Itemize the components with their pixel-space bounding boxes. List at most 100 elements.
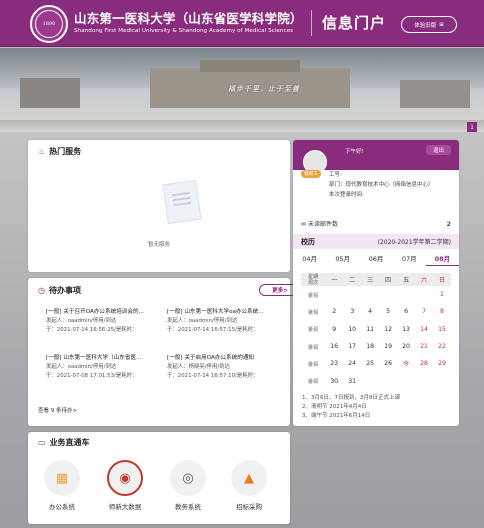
service-label: 招标采购 (236, 503, 262, 511)
todo-header: ◷ 待办事项 (38, 285, 81, 296)
calendar-day[interactable]: 26 (379, 355, 397, 372)
clock-icon: ◷ (38, 286, 45, 295)
calendar-day[interactable]: 24 (343, 355, 361, 372)
service-label: 办公系统 (49, 503, 75, 511)
calendar-day[interactable]: 16 (325, 338, 343, 355)
empty-services-text: 暂无服务 (147, 242, 170, 248)
tab-month-05[interactable]: 05月 (326, 252, 359, 266)
calendar-day[interactable]: 21 (415, 338, 433, 355)
calendar-day (397, 373, 415, 390)
week-label: 暑假 (307, 344, 319, 351)
calendar-week-row: 暑假 30 31 (301, 373, 451, 390)
seal-inner: 1890 (35, 10, 63, 38)
calendar-term: (2020-2021学年第二学期) (377, 239, 451, 246)
calendar-day[interactable]: 17 (343, 338, 361, 355)
todo-item-from: 发起人：oaadmin/停用/到达 (46, 364, 117, 370)
header-divider (311, 10, 312, 36)
todo-summary-link[interactable]: 查看 9 条待办> (38, 406, 77, 414)
calendar-day[interactable]: 20 (397, 338, 415, 355)
calendar-day[interactable]: 22 (433, 338, 451, 355)
todo-item-time: 于：2021-07-08 17:01:53/是耗时： (46, 373, 138, 379)
site-header: 1890 山东第一医科大学（山东省医学科学院） Shandong First M… (0, 0, 484, 47)
todo-item-time: 于：2021-07-14 16:56:25/是耗时： (46, 327, 138, 333)
calendar-day[interactable]: 10 (343, 321, 361, 338)
calendar-day[interactable]: 23 (325, 355, 343, 372)
biz-header: ▭ 业务直通车 (38, 437, 90, 448)
calendar-day[interactable]: 11 (361, 321, 379, 338)
mail-label-group: ✉ 未读邮件数 (301, 219, 338, 228)
university-name-cn: 山东第一医科大学（山东省医学科学院） (74, 11, 303, 26)
calendar-day[interactable]: 25 (361, 355, 379, 372)
calendar-day[interactable]: 13 (397, 321, 415, 338)
todo-item[interactable]: [一般] 关于召开OA办公系统培训会的... 发起人：oaadmin/停用/到达… (46, 308, 162, 335)
calendar-week-row: 暑假 1 (301, 286, 451, 303)
banner-page-indicator[interactable]: 1 (467, 122, 477, 132)
calendar-header: 校历 (2020-2021学年第二学期) (293, 234, 459, 249)
tab-month-06[interactable]: 06月 (359, 252, 392, 266)
calendar-day[interactable]: 19 (379, 338, 397, 355)
biz-services-card: ▭ 业务直通车 ▦ 办公系统 ◉ 师新大数据 ◎ 教务系统 ▲ 招标采购 (28, 432, 290, 524)
calendar-week-row: 暑假 9 10 11 12 13 14 15 (301, 321, 451, 338)
biz-title: 业务直通车 (49, 438, 90, 447)
hot-services-header: ♨ 热门服务 (38, 146, 81, 157)
calendar-day[interactable]: 14 (415, 321, 433, 338)
service-office[interactable]: ▦ 办公系统 (42, 460, 82, 511)
todo-item-title: [一般] 关于启用OA办公系统的通知 (167, 355, 254, 361)
old-version-label: 体验旧版 (414, 22, 437, 29)
tab-month-04[interactable]: 04月 (293, 252, 326, 266)
tab-month-07[interactable]: 07月 (393, 252, 426, 266)
mail-label: 未读邮件数 (307, 221, 338, 228)
logout-button[interactable]: 退出 (426, 145, 451, 155)
calendar-day[interactable]: 2 (325, 303, 343, 320)
weekday-header: 三 (361, 273, 380, 286)
todo-item[interactable]: [一般] 山东第一医科大学oa办公系统... 发起人：oaadmin/停用/到达… (167, 308, 283, 335)
calendar-day[interactable]: 30 (325, 373, 343, 390)
service-academic[interactable]: ◎ 教务系统 (168, 460, 208, 511)
calendar-grid: 星期 周次 一 二 三 四 五 六 日 暑假 1 暑假 2 3 4 5 6 7 8 暑假 9 10 11 1… (301, 273, 451, 390)
todo-item[interactable]: [一般] 山东第一医科大学（山东省医... 发起人：oaadmin/停用/到达 … (46, 354, 162, 381)
calendar-day[interactable]: 31 (343, 373, 361, 390)
old-version-button[interactable]: 体验旧版 ⊞ (401, 16, 457, 33)
service-procurement[interactable]: ▲ 招标采购 (229, 460, 269, 511)
week-label: 暑假 (307, 361, 319, 368)
calendar-day[interactable]: 7 (415, 303, 433, 320)
calendar-week-row: 暑假 2 3 4 5 6 7 8 (301, 303, 451, 320)
month-tabs: 04月 05月 06月 07月 08月 (293, 252, 460, 266)
todo-title: 待办事项 (48, 286, 81, 295)
calendar-day[interactable]: 1 (433, 286, 451, 303)
calendar-day[interactable]: 3 (343, 303, 361, 320)
todo-item-title: [一般] 山东第一医科大学oa办公系统... (167, 309, 264, 315)
calendar-day[interactable]: 28 (415, 355, 433, 372)
week-label: 暑假 (307, 327, 319, 334)
unread-mail-row[interactable]: ✉ 未读邮件数 2 (301, 219, 451, 229)
todo-item[interactable]: [一般] 关于启用OA办公系统的通知 发起人：杨晓亮/停用/到达 于：2021-… (167, 354, 283, 381)
calendar-day[interactable]: 今 (397, 355, 415, 372)
todo-item-time: 于：2021-07-14 16:57:15/是耗时： (167, 327, 259, 333)
calendar-day[interactable]: 12 (379, 321, 397, 338)
calendar-day[interactable]: 29 (433, 355, 451, 372)
procurement-icon: ▲ (231, 460, 267, 496)
calendar-day[interactable]: 8 (433, 303, 451, 320)
service-bigdata[interactable]: ◉ 师新大数据 (105, 460, 145, 511)
calendar-day[interactable]: 4 (361, 303, 379, 320)
calendar-day (379, 373, 397, 390)
calendar-day[interactable]: 6 (397, 303, 415, 320)
calendar-day[interactable]: 15 (433, 321, 451, 338)
week-label: 暑假 (307, 292, 319, 299)
calendar-day[interactable]: 5 (379, 303, 397, 320)
calendar-weekday-row: 星期 周次 一 二 三 四 五 六 日 (301, 273, 451, 286)
calendar-day[interactable]: 9 (325, 321, 343, 338)
calendar-day[interactable]: 18 (361, 338, 379, 355)
calendar-day (433, 373, 451, 390)
calendar-day (379, 286, 397, 303)
tab-month-08[interactable]: 08月 (425, 252, 460, 266)
calendar-week-row: 暑假 16 17 18 19 20 21 22 (301, 338, 451, 355)
todo-card: ◷ 待办事项 更多> [一般] 关于召开OA办公系统培训会的... 发起人：oa… (28, 278, 301, 426)
academic-icon: ◎ (170, 460, 206, 496)
flame-icon: ♨ (38, 147, 46, 156)
todo-item-time: 于：2021-07-14 16:57:10/是耗时： (167, 373, 259, 379)
calendar-day (415, 286, 433, 303)
empty-document-icon (162, 179, 202, 225)
calendar-day (361, 286, 379, 303)
calendar-day (397, 286, 415, 303)
